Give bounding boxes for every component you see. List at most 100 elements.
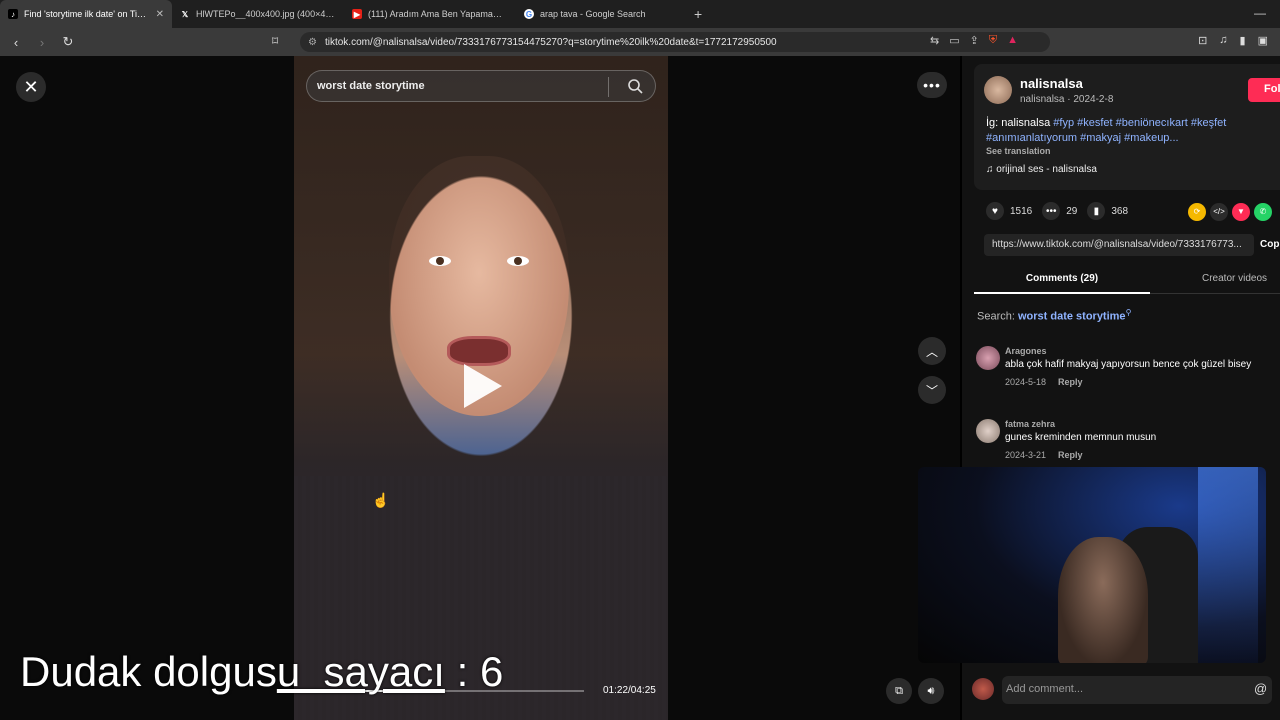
reload-icon[interactable]: ↻: [58, 34, 78, 50]
minimize-icon[interactable]: —: [1254, 6, 1266, 20]
tiktok-icon: ♪: [8, 9, 18, 19]
repost-icon[interactable]: ⟳: [1188, 203, 1206, 221]
engagement-stats: ♥ 1516 ••• 29 ▮ 368: [986, 202, 1128, 220]
embed-icon[interactable]: </>: [1210, 203, 1228, 221]
comment-stat[interactable]: ••• 29: [1042, 202, 1077, 220]
rewards-icon[interactable]: ▲: [1007, 34, 1018, 47]
address-bar-icons: ⇆ ▭ ⇪ ⛨ ▲: [930, 34, 1018, 47]
mention-icon[interactable]: @: [1254, 681, 1267, 696]
copy-link-button[interactable]: Cop: [1260, 239, 1279, 250]
music-note-icon: ♫: [986, 164, 997, 175]
author-subline: nalisnalsa · 2024-2-8: [1020, 94, 1114, 105]
search-prefix: Search:: [977, 310, 1018, 323]
address-toolbar: ‹ › ↻ ⌑ ⚙ tiktok.com/@nalisnalsa/video/7…: [0, 28, 1280, 56]
share-icons: ⟳ </> ▼ ✆: [1188, 203, 1272, 221]
search-term-link[interactable]: worst date storytime: [1018, 311, 1126, 323]
video-search-text: worst date storytime: [317, 80, 425, 92]
bookmark-icon: ▮: [1087, 202, 1106, 220]
close-tab-icon[interactable]: ✕: [156, 9, 164, 20]
whatsapp-icon[interactable]: ✆: [1254, 203, 1272, 221]
x-icon: 𝕏: [181, 9, 189, 19]
cast-icon[interactable]: ▭: [949, 34, 959, 47]
comment-search-line: Search: worst date storytime⚲: [977, 308, 1131, 323]
overlay-prefix: Dudak dolgus: [20, 648, 277, 695]
volume-icon[interactable]: 🔊︎: [918, 678, 944, 704]
avatar: [972, 678, 994, 700]
chevron-up-icon[interactable]: ︿: [918, 337, 946, 365]
comment-date: 2024-3-21: [1005, 450, 1047, 460]
post-caption: İg: nalisnalsa #fyp #kesfet #beniönecıka…: [986, 116, 1276, 146]
webcam-person: [1058, 537, 1148, 663]
video-player[interactable]: worst date storytime 01:22/04:25: [294, 56, 668, 720]
close-icon[interactable]: ✕: [16, 72, 46, 102]
stream-overlay-counter: Dudak dolgusu sayacı : 6: [20, 648, 503, 696]
search-icon[interactable]: [627, 78, 643, 94]
picture-in-picture-icon[interactable]: ⧉: [886, 678, 912, 704]
google-icon: G: [524, 9, 534, 19]
follow-button[interactable]: Fol: [1248, 78, 1280, 102]
comment-username[interactable]: fatma zehra: [1005, 419, 1055, 429]
tab-comments[interactable]: Comments (29): [974, 266, 1150, 294]
overlay-underlined: u sayacı: [276, 648, 445, 695]
browser-tab-image[interactable]: 𝕏 HlWTEPo__400x400.jpg (400×400): [172, 0, 344, 28]
comment-text: gunes kreminden memnun musun: [1005, 432, 1157, 443]
forward-icon[interactable]: ›: [32, 35, 52, 50]
site-settings-icon[interactable]: ⚙: [308, 37, 317, 48]
overlay-suffix: : 6: [444, 648, 504, 695]
see-translation-link[interactable]: See translation: [986, 146, 1051, 156]
reply-button[interactable]: Reply: [1058, 450, 1083, 460]
browser-tab-google[interactable]: G arap tava - Google Search: [516, 0, 688, 28]
video-search-bar[interactable]: worst date storytime: [306, 70, 656, 102]
caption-text: İg: nalisnalsa: [986, 117, 1054, 129]
comment-input[interactable]: Add comment...: [1002, 676, 1272, 704]
comment-username[interactable]: Aragones: [1005, 346, 1047, 356]
youtube-icon: ▶: [352, 9, 362, 19]
browser-tab-youtube[interactable]: ▶ (111) Aradım Ama Ben Yapamam - Y: [344, 0, 516, 28]
back-icon[interactable]: ‹: [6, 35, 26, 50]
translate-icon[interactable]: ⇆: [930, 34, 939, 47]
like-count: 1516: [1010, 205, 1033, 217]
avatar[interactable]: [984, 76, 1012, 104]
tab-title: HlWTEPo__400x400.jpg (400×400): [196, 9, 336, 19]
tab-title: Find 'storytime ilk date' on TikTo: [24, 9, 150, 19]
share-icon[interactable]: ⇪: [970, 34, 979, 47]
search-divider: [608, 77, 609, 97]
save-stat[interactable]: ▮ 368: [1087, 202, 1128, 220]
media-icon[interactable]: ♫: [1219, 34, 1227, 47]
brave-shield-icon[interactable]: ⛨: [989, 34, 997, 47]
tab-creator-videos[interactable]: Creator videos: [1202, 273, 1267, 284]
comment-text: abla çok hafif makyaj yapıyorsun bence ç…: [1005, 359, 1252, 370]
tab-title: arap tava - Google Search: [540, 9, 646, 19]
screenshot-icon[interactable]: ⊡: [1198, 34, 1207, 47]
webcam-overlay: [918, 467, 1266, 663]
like-stat[interactable]: ♥ 1516: [986, 202, 1032, 220]
comment-icon: •••: [1042, 202, 1061, 220]
music-link[interactable]: ♫ orijinal ses - nalisnalsa: [986, 164, 1097, 175]
wallet-icon[interactable]: ▣: [1258, 34, 1268, 47]
new-tab-button[interactable]: +: [694, 6, 702, 22]
comment-count: 29: [1066, 205, 1078, 217]
avatar[interactable]: [976, 419, 1000, 443]
sidebar-icon[interactable]: ▮: [1240, 34, 1246, 47]
panel-tabs: Comments (29) Creator videos: [974, 266, 1280, 294]
avatar[interactable]: [976, 346, 1000, 370]
toolbar-right-icons: ⊡ ♫ ▮ ▣: [1198, 34, 1268, 47]
webcam-light: [1198, 467, 1258, 663]
mouse-cursor-icon: ☝: [372, 492, 390, 508]
author-username[interactable]: nalisnalsa: [1020, 76, 1083, 91]
bookmark-icon[interactable]: ⌑: [272, 34, 278, 48]
music-label: orijinal ses - nalisnalsa: [996, 164, 1097, 175]
save-count: 368: [1111, 205, 1129, 217]
chevron-down-icon[interactable]: ﹀: [918, 376, 946, 404]
more-options-icon[interactable]: •••: [917, 72, 947, 98]
send-icon[interactable]: ▼: [1232, 203, 1250, 221]
url-text: tiktok.com/@nalisnalsa/video/73331767731…: [324, 36, 777, 48]
tab-title: (111) Aradım Ama Ben Yapamam - Y: [368, 9, 508, 19]
browser-tab-bar: ♪ Find 'storytime ilk date' on TikTo ✕ 𝕏…: [0, 0, 1280, 28]
reply-button[interactable]: Reply: [1058, 377, 1083, 387]
browser-tab-tiktok[interactable]: ♪ Find 'storytime ilk date' on TikTo ✕: [0, 0, 172, 28]
comment-date: 2024-5-18: [1005, 377, 1047, 387]
video-link-field[interactable]: https://www.tiktok.com/@nalisnalsa/video…: [984, 234, 1254, 256]
play-icon[interactable]: [464, 364, 502, 408]
search-icon: ⚲: [1125, 308, 1132, 317]
